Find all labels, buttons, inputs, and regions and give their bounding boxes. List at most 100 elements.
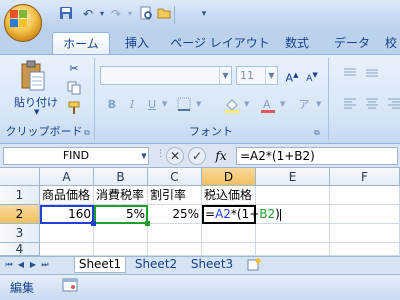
cell-d4[interactable]: [202, 243, 256, 256]
column-header-a[interactable]: A: [40, 168, 94, 186]
format-painter-icon[interactable]: [64, 100, 84, 118]
underline-button[interactable]: U: [142, 96, 162, 114]
clipboard-group-label: クリップボード: [5, 125, 83, 138]
insert-sheet-icon[interactable]: [246, 258, 264, 272]
insert-function-button[interactable]: fx: [210, 147, 232, 165]
row-header-2[interactable]: 2: [0, 205, 40, 224]
sheet-tab-sheet1[interactable]: Sheet1: [74, 257, 126, 273]
column-header-c[interactable]: C: [148, 168, 202, 186]
copy-icon[interactable]: [64, 80, 84, 98]
cancel-icon[interactable]: ✕: [166, 147, 184, 165]
font-color-dropdown-icon[interactable]: ▼: [280, 100, 285, 108]
tab-review[interactable]: 校: [382, 32, 400, 54]
font-name-combo[interactable]: ▼: [100, 66, 232, 85]
cell-b3[interactable]: [94, 224, 148, 243]
cell-a1[interactable]: 商品価格: [40, 186, 94, 205]
fill-color-icon[interactable]: [222, 96, 242, 114]
align-middle-icon[interactable]: [362, 66, 382, 84]
text-cursor: [279, 208, 281, 221]
row-header-3[interactable]: 3: [0, 224, 40, 243]
column-header-e[interactable]: E: [256, 168, 330, 186]
cell-f1[interactable]: [330, 186, 400, 205]
fill-color-dropdown-icon[interactable]: ▼: [244, 100, 249, 108]
name-box-dropdown-icon[interactable]: ▼: [139, 147, 149, 165]
font-launcher-icon[interactable]: ⧉: [314, 128, 320, 138]
row-header-1[interactable]: 1: [0, 186, 40, 205]
font-size-combo[interactable]: 11 ▼: [236, 66, 278, 85]
bold-button[interactable]: B: [102, 96, 122, 114]
align-center-icon[interactable]: [362, 96, 382, 114]
underline-dropdown-icon[interactable]: ▼: [162, 100, 167, 108]
prev-sheet-icon[interactable]: ◀: [16, 259, 26, 271]
cell-c3[interactable]: [148, 224, 202, 243]
tab-home[interactable]: ホーム: [52, 32, 110, 54]
cell-e4[interactable]: [256, 243, 330, 256]
cell-c1[interactable]: 割引率: [148, 186, 202, 205]
cell-e1[interactable]: [256, 186, 330, 205]
paste-button[interactable]: 貼り付け ▼: [14, 58, 58, 116]
save-icon[interactable]: [58, 6, 74, 22]
range-handle-b2[interactable]: [145, 221, 150, 226]
tab-page-layout[interactable]: ページ レイアウト: [168, 32, 272, 54]
tab-formulas[interactable]: 数式: [280, 32, 314, 54]
cell-f2[interactable]: [330, 205, 400, 224]
paste-dropdown-icon: ▼: [34, 108, 40, 116]
column-header-b[interactable]: B: [94, 168, 148, 186]
tab-insert[interactable]: 挿入: [118, 32, 156, 54]
borders-dropdown-icon[interactable]: ▼: [196, 100, 201, 108]
d2-formula-prefix: =: [205, 207, 216, 221]
align-right-icon[interactable]: [384, 96, 400, 114]
font-size-value: 11: [240, 69, 254, 82]
select-all-corner[interactable]: [0, 168, 40, 186]
status-mode: 編集: [10, 281, 35, 295]
column-header-d[interactable]: D: [202, 168, 256, 186]
align-left-icon[interactable]: [340, 96, 360, 114]
cell-d3[interactable]: [202, 224, 256, 243]
formula-input[interactable]: =A2*(1+B2): [236, 147, 398, 165]
print-preview-icon[interactable]: [138, 6, 154, 22]
cell-f3[interactable]: [330, 224, 400, 243]
cell-b2[interactable]: 5%: [94, 205, 148, 224]
font-size-dropdown-icon: ▼: [265, 67, 277, 84]
phonetic-icon[interactable]: ア: [294, 96, 314, 114]
paste-icon: [20, 60, 46, 95]
cell-f4[interactable]: [330, 243, 400, 256]
open-icon[interactable]: [156, 6, 172, 22]
qat-separator: [174, 6, 175, 24]
cell-d2-active[interactable]: =A2*(1+B2): [202, 205, 281, 224]
row-header-4[interactable]: 4: [0, 243, 40, 256]
phonetic-dropdown-icon[interactable]: ▼: [316, 100, 321, 108]
sheet-tab-sheet3[interactable]: Sheet3: [186, 257, 238, 273]
column-header-f[interactable]: F: [330, 168, 400, 186]
d2-ref-b2: B2: [259, 207, 276, 221]
last-sheet-icon[interactable]: ⏭: [40, 259, 50, 271]
office-logo-icon: [10, 10, 28, 28]
cell-b1[interactable]: 消費税率: [94, 186, 148, 205]
italic-button[interactable]: I: [122, 96, 142, 114]
sheet-tab-sheet2[interactable]: Sheet2: [130, 257, 182, 273]
tab-data[interactable]: データ: [328, 32, 376, 54]
next-sheet-icon[interactable]: ▶: [28, 259, 38, 271]
range-handle-a2[interactable]: [91, 221, 96, 226]
cell-a3[interactable]: [40, 224, 94, 243]
cell-a2[interactable]: 160: [40, 205, 94, 224]
shrink-font-icon[interactable]: A▼: [302, 66, 322, 84]
macro-record-icon[interactable]: [62, 278, 80, 294]
grow-font-icon[interactable]: A▲: [282, 66, 302, 85]
align-top-icon[interactable]: [340, 66, 360, 84]
redo-dropdown-icon[interactable]: ▾: [122, 6, 138, 22]
enter-check-icon[interactable]: ✓: [188, 147, 206, 165]
borders-icon[interactable]: [174, 96, 194, 114]
cell-d1[interactable]: 税込価格: [202, 186, 256, 205]
font-color-icon[interactable]: A: [258, 96, 278, 114]
first-sheet-icon[interactable]: ⏮: [4, 259, 14, 271]
cell-a4[interactable]: [40, 243, 94, 256]
cell-e3[interactable]: [256, 224, 330, 243]
clipboard-launcher-icon[interactable]: ⧉: [84, 128, 90, 138]
name-box[interactable]: FIND: [3, 147, 149, 165]
cell-c4[interactable]: [148, 243, 202, 256]
customize-qat-icon[interactable]: ▾: [196, 6, 212, 22]
cut-icon[interactable]: ✂: [64, 60, 84, 78]
cell-b4[interactable]: [94, 243, 148, 256]
cell-c2[interactable]: 25%: [148, 205, 202, 224]
